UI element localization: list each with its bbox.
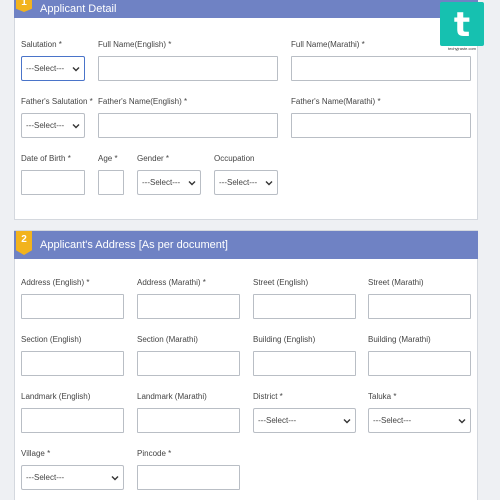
father-name-english-input[interactable] xyxy=(98,113,278,138)
occupation-select[interactable]: ---Select--- xyxy=(214,170,278,195)
full-name-marathi-label: Full Name(Marathi) * xyxy=(291,40,365,49)
watermark-site-text: techyjraste.com xyxy=(447,46,476,51)
full-name-marathi-input[interactable] xyxy=(291,56,471,81)
street-marathi-label: Street (Marathi) xyxy=(368,278,424,287)
district-select[interactable]: ---Select--- xyxy=(253,408,356,433)
address-marathi-label: Address (Marathi) * xyxy=(137,278,206,287)
section-1-title: Applicant Detail xyxy=(40,3,117,15)
father-salutation-label: Father's Salutation * xyxy=(21,97,93,106)
section-english-label: Section (English) xyxy=(21,335,82,344)
logo-letter: t xyxy=(454,5,470,45)
section-2-title: Applicant's Address [As per document] xyxy=(40,239,228,251)
gender-select-value: ---Select--- xyxy=(142,178,181,187)
address-english-input[interactable] xyxy=(21,294,124,319)
watermark-logo: t xyxy=(440,2,484,46)
village-select[interactable]: ---Select--- xyxy=(21,465,124,490)
salutation-label: Salutation * xyxy=(21,40,62,49)
section-english-input[interactable] xyxy=(21,351,124,376)
chevron-down-icon xyxy=(265,181,273,186)
father-name-english-label: Father's Name(English) * xyxy=(98,97,188,106)
building-english-label: Building (English) xyxy=(253,335,316,344)
address-english-label: Address (English) * xyxy=(21,278,90,287)
chevron-down-icon xyxy=(343,419,351,424)
chevron-down-icon xyxy=(458,419,466,424)
pincode-input[interactable] xyxy=(137,465,240,490)
building-english-input[interactable] xyxy=(253,351,356,376)
street-english-label: Street (English) xyxy=(253,278,309,287)
building-marathi-label: Building (Marathi) xyxy=(368,335,431,344)
father-salutation-select[interactable]: ---Select--- xyxy=(21,113,85,138)
salutation-select[interactable]: ---Select--- xyxy=(21,56,85,81)
chevron-down-icon xyxy=(188,181,196,186)
occupation-label: Occupation xyxy=(214,154,255,163)
full-name-english-label: Full Name(English) * xyxy=(98,40,172,49)
street-english-input[interactable] xyxy=(253,294,356,319)
landmark-marathi-label: Landmark (Marathi) xyxy=(137,392,207,401)
taluka-select-value: ---Select--- xyxy=(373,416,412,425)
district-select-value: ---Select--- xyxy=(258,416,297,425)
pincode-label: Pincode * xyxy=(137,449,172,458)
gender-label: Gender * xyxy=(137,154,170,163)
village-label: Village * xyxy=(21,449,51,458)
logo-t-icon: t xyxy=(454,5,470,45)
occupation-select-value: ---Select--- xyxy=(219,178,258,187)
full-name-english-input[interactable] xyxy=(98,56,278,81)
chevron-down-icon xyxy=(72,124,80,129)
dob-label: Date of Birth * xyxy=(21,154,71,163)
landmark-english-label: Landmark (English) xyxy=(21,392,91,401)
section-2-badge: 2 xyxy=(16,231,32,255)
salutation-select-value: ---Select--- xyxy=(26,64,65,73)
chevron-down-icon xyxy=(111,476,119,481)
age-input[interactable] xyxy=(98,170,124,195)
village-select-value: ---Select--- xyxy=(26,473,65,482)
father-name-marathi-input[interactable] xyxy=(291,113,471,138)
taluka-select[interactable]: ---Select--- xyxy=(368,408,471,433)
dob-input[interactable] xyxy=(21,170,85,195)
district-label: District * xyxy=(253,392,283,401)
landmark-marathi-input[interactable] xyxy=(137,408,240,433)
address-marathi-input[interactable] xyxy=(137,294,240,319)
landmark-english-input[interactable] xyxy=(21,408,124,433)
section-marathi-label: Section (Marathi) xyxy=(137,335,198,344)
section-marathi-input[interactable] xyxy=(137,351,240,376)
chevron-down-icon xyxy=(72,67,80,72)
age-label: Age * xyxy=(98,154,118,163)
taluka-label: Taluka * xyxy=(368,392,397,401)
applicant-detail-header: 1 Applicant Detail xyxy=(14,0,478,18)
applicant-address-header: 2 Applicant's Address [As per document] xyxy=(14,231,478,259)
building-marathi-input[interactable] xyxy=(368,351,471,376)
street-marathi-input[interactable] xyxy=(368,294,471,319)
gender-select[interactable]: ---Select--- xyxy=(137,170,201,195)
father-name-marathi-label: Father's Name(Marathi) * xyxy=(291,97,381,106)
father-salutation-select-value: ---Select--- xyxy=(26,121,65,130)
section-1-badge: 1 xyxy=(16,0,32,12)
